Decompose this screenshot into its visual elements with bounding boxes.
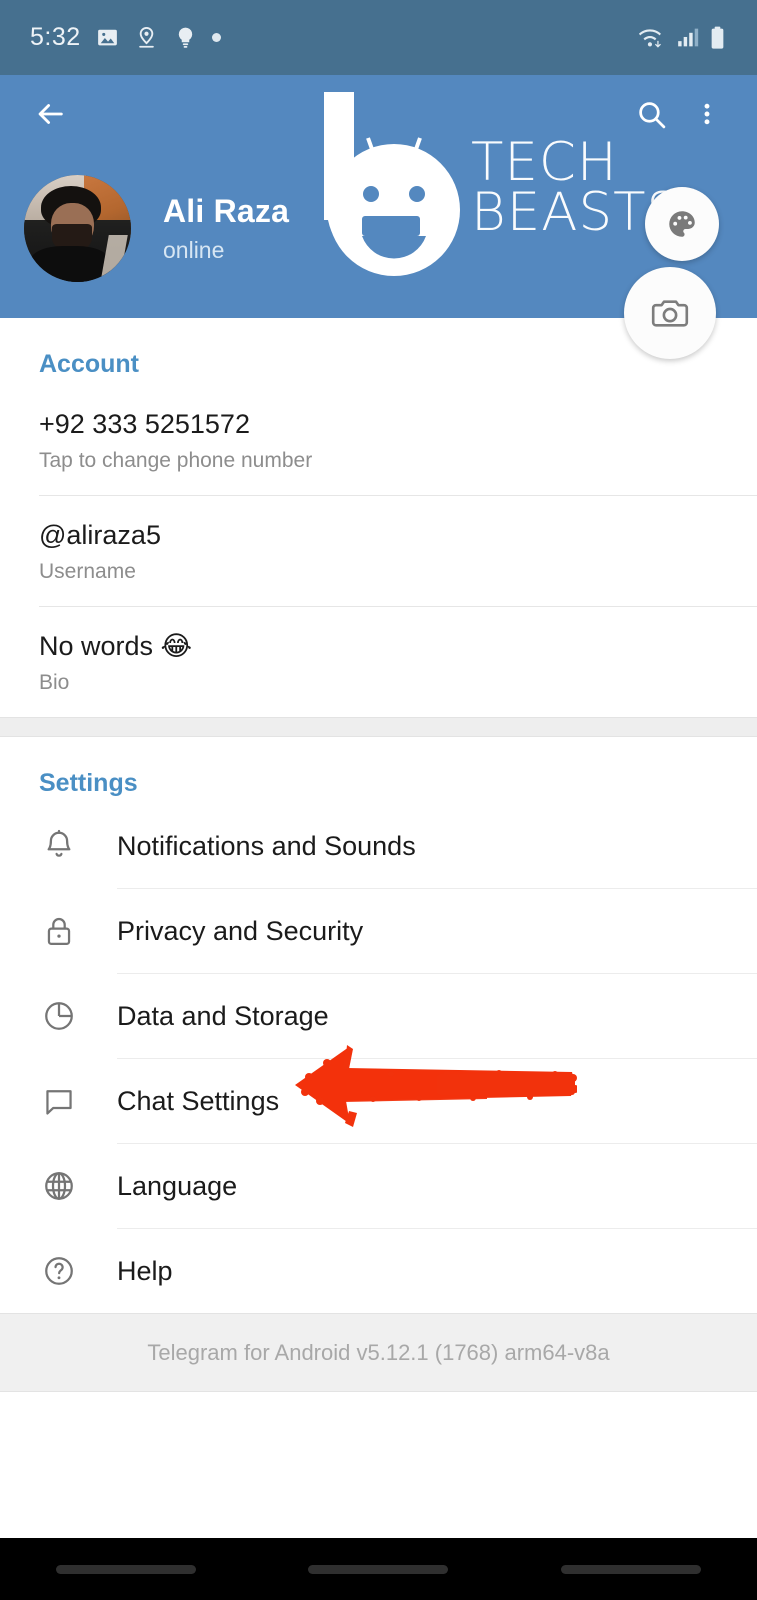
pie-chart-icon <box>0 998 117 1034</box>
status-bar-right <box>638 25 727 51</box>
question-circle-icon <box>0 1253 117 1289</box>
location-pin-icon <box>138 26 154 48</box>
status-bar: 5:32 <box>0 0 757 75</box>
settings-section-title: Settings <box>39 769 138 797</box>
back-arrow-icon <box>38 104 63 124</box>
bell-icon <box>0 828 117 864</box>
settings-item-label: Data and Storage <box>117 1000 329 1031</box>
settings-content: Account +92 333 5251572 Tap to change ph… <box>0 318 757 1538</box>
nav-home-gesture-bar[interactable] <box>308 1564 449 1574</box>
profile-name-block: Ali Raza online <box>163 193 289 264</box>
camera-fab-button[interactable] <box>624 267 716 359</box>
dot-icon <box>211 33 221 42</box>
settings-item-label: Privacy and Security <box>117 915 364 946</box>
profile-info[interactable]: Ali Raza online <box>24 175 289 282</box>
status-bar-clock: 5:32 <box>30 23 81 51</box>
bio-label: Bio <box>39 671 70 694</box>
username-value: @aliraza5 <box>39 520 161 550</box>
lock-icon <box>0 913 117 949</box>
cellular-signal-icon <box>678 28 699 47</box>
settings-item-chat-settings[interactable]: Chat Settings <box>0 1059 757 1143</box>
search-icon <box>638 101 665 128</box>
username-label: Username <box>39 560 136 583</box>
avatar[interactable] <box>24 175 131 282</box>
palette-icon <box>669 211 695 237</box>
battery-icon <box>711 26 724 49</box>
settings-item-language[interactable]: Language <box>0 1144 757 1228</box>
wifi-icon <box>638 29 661 48</box>
settings-item-help[interactable]: Help <box>0 1229 757 1313</box>
phone-number-row[interactable]: +92 333 5251572 Tap to change phone numb… <box>0 385 757 495</box>
phone-number-label: Tap to change phone number <box>39 449 313 472</box>
speech-bubble-icon <box>0 1083 117 1119</box>
settings-item-label: Notifications and Sounds <box>117 830 416 861</box>
settings-item-label: Language <box>117 1170 238 1201</box>
settings-item-label: Chat Settings <box>117 1085 280 1116</box>
username-row[interactable]: @aliraza5 Username <box>0 496 757 606</box>
android-navigation-bar <box>0 1538 757 1600</box>
toolbar <box>0 75 757 153</box>
overflow-menu-button[interactable] <box>679 86 735 142</box>
lightbulb-icon <box>178 27 192 48</box>
bio-row[interactable]: No words 😂 Bio <box>0 607 757 717</box>
settings-item-notifications[interactable]: Notifications and Sounds <box>0 804 757 888</box>
phone-number-value: +92 333 5251572 <box>39 409 250 439</box>
image-icon <box>97 29 117 46</box>
overflow-menu-icon <box>704 103 710 125</box>
settings-item-privacy[interactable]: Privacy and Security <box>0 889 757 973</box>
search-button[interactable] <box>623 86 679 142</box>
profile-status: online <box>163 237 225 263</box>
theme-fab-button[interactable] <box>645 187 719 261</box>
settings-item-label: Help <box>117 1255 173 1286</box>
phone-screen: 5:32 TECH BEASTS Ali Raza online Account… <box>0 0 757 1600</box>
settings-item-data-storage[interactable]: Data and Storage <box>0 974 757 1058</box>
status-bar-left: 5:32 <box>30 23 221 52</box>
nav-back-gesture-bar[interactable] <box>56 1564 197 1574</box>
camera-icon <box>651 300 689 327</box>
nav-recents-gesture-bar[interactable] <box>560 1564 701 1574</box>
section-separator <box>0 717 757 737</box>
bio-value: No words 😂 <box>39 631 193 661</box>
app-version-footer: Telegram for Android v5.12.1 (1768) arm6… <box>0 1313 757 1392</box>
globe-icon <box>0 1168 117 1204</box>
back-button[interactable] <box>22 86 78 142</box>
profile-name: Ali Raza <box>163 193 290 229</box>
